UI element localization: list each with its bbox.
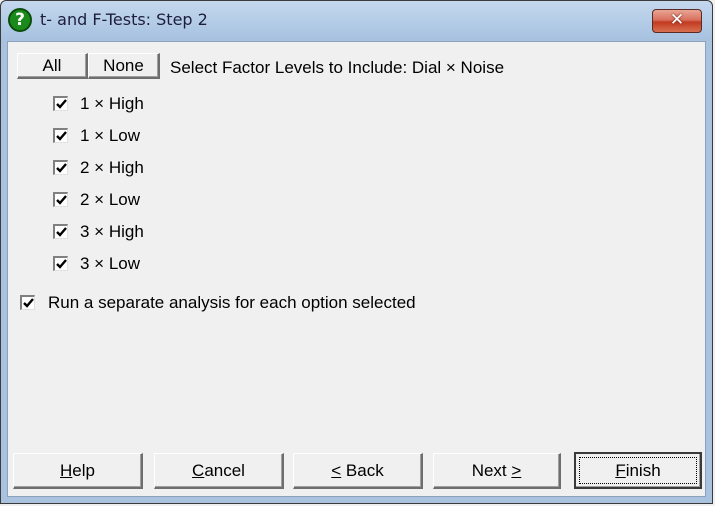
title-bar: ? t- and F-Tests: Step 2 ✕ — [1, 1, 712, 39]
factor-level-checkbox[interactable] — [53, 160, 68, 175]
help-button[interactable]: Help — [13, 453, 143, 489]
checkmark-icon — [56, 259, 67, 269]
separate-analysis-checkbox[interactable] — [20, 295, 35, 310]
checkmark-icon — [56, 99, 67, 109]
checkmark-icon — [56, 163, 67, 173]
dialog-client-area: All None Select Factor Levels to Include… — [7, 41, 706, 497]
factor-level-label: 1 × High — [80, 94, 144, 113]
select-none-button[interactable]: None — [88, 53, 160, 79]
checkmark-icon — [56, 227, 67, 237]
focus-rectangle — [579, 457, 697, 484]
factor-level-checkbox[interactable] — [53, 128, 68, 143]
factor-level-checkbox[interactable] — [53, 256, 68, 271]
next-mnemonic: > — [511, 461, 522, 480]
factor-level-checkbox[interactable] — [53, 96, 68, 111]
factor-levels-instruction: Select Factor Levels to Include: Dial × … — [170, 58, 505, 77]
checkmark-icon — [23, 298, 34, 308]
back-button[interactable]: < Back — [293, 453, 423, 489]
next-label: Next — [471, 461, 512, 480]
checkmark-icon — [56, 195, 67, 205]
separate-analysis-label: Run a separate analysis for each option … — [48, 293, 416, 312]
help-question-icon: ? — [8, 8, 32, 32]
back-label: Back — [341, 461, 384, 480]
help-mnemonic: H — [60, 461, 73, 480]
factor-level-label: 1 × Low — [80, 126, 141, 145]
factor-level-label: 3 × High — [80, 222, 144, 241]
close-icon: ✕ — [669, 10, 685, 30]
factor-level-checkbox[interactable] — [53, 224, 68, 239]
back-mnemonic: < — [331, 461, 342, 480]
next-button[interactable]: Next > — [433, 453, 561, 489]
cancel-label: ancel — [204, 461, 245, 480]
factor-level-label: 2 × Low — [80, 190, 141, 209]
help-label: elp — [72, 461, 95, 480]
window-title: t- and F-Tests: Step 2 — [40, 10, 208, 29]
cancel-mnemonic: C — [192, 461, 205, 480]
dialog-window: ? t- and F-Tests: Step 2 ✕ All None Sele… — [0, 0, 713, 504]
factor-level-label: 3 × Low — [80, 254, 141, 273]
checkmark-icon — [56, 131, 67, 141]
select-all-button[interactable]: All — [17, 53, 88, 79]
factor-level-label: 2 × High — [80, 158, 144, 177]
close-button[interactable]: ✕ — [652, 9, 702, 33]
select-all-label: All — [42, 56, 62, 75]
finish-button[interactable]: Finish — [574, 452, 702, 489]
factor-level-checkbox[interactable] — [53, 192, 68, 207]
cancel-button[interactable]: Cancel — [154, 453, 284, 489]
select-none-label: None — [103, 56, 144, 75]
